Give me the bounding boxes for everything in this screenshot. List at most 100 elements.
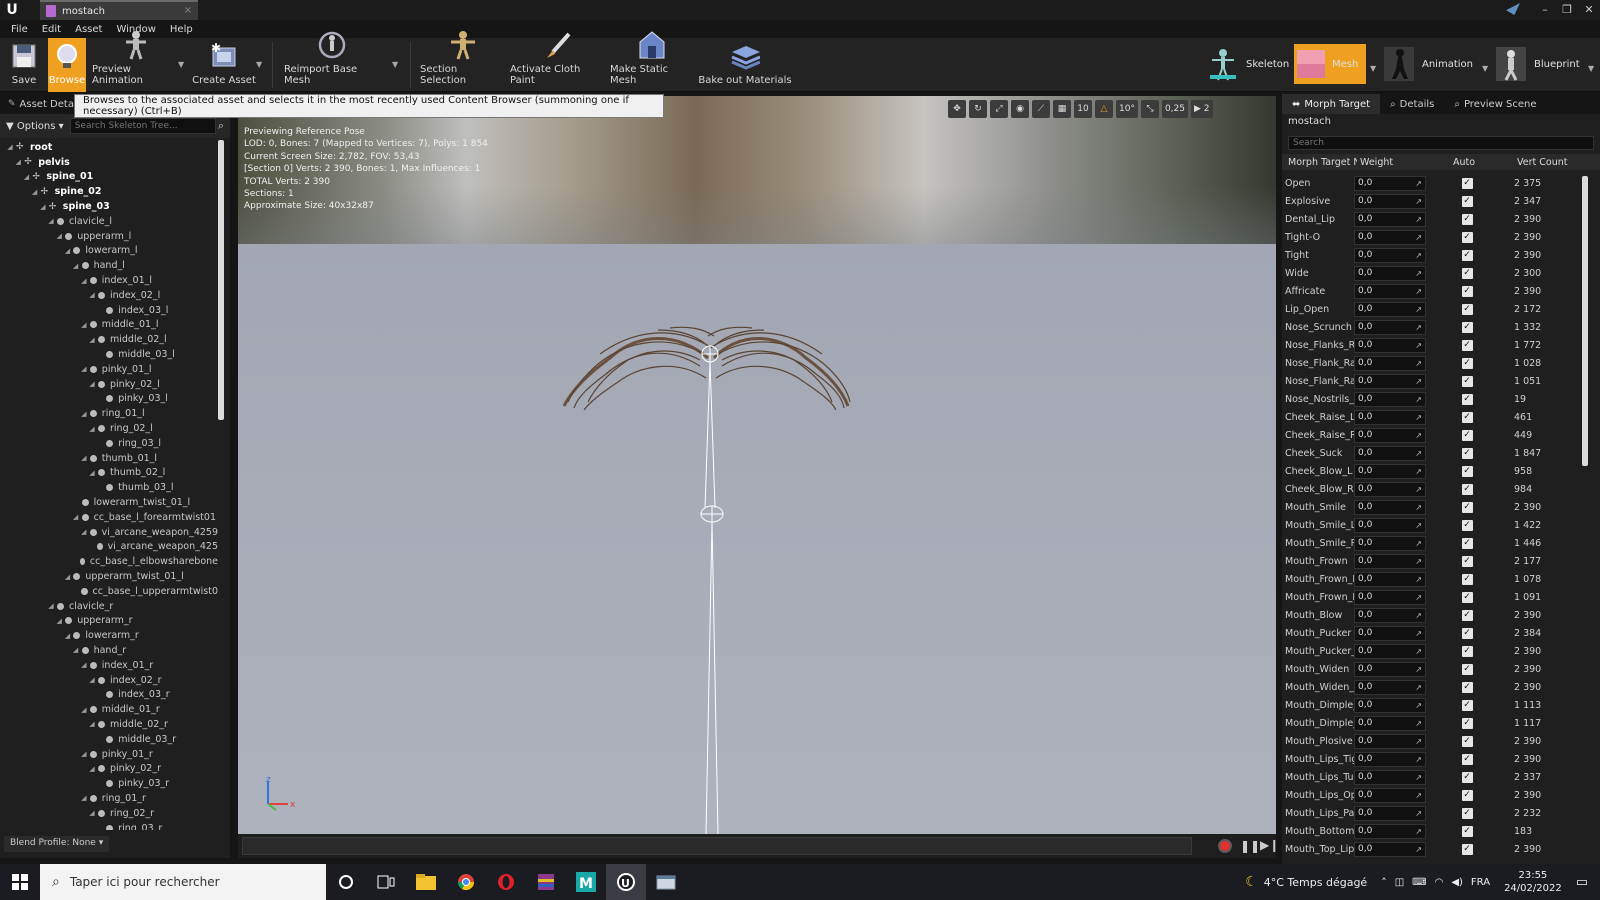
- column-weight[interactable]: Weight: [1357, 157, 1429, 168]
- clock[interactable]: 23:55 24/02/2022: [1504, 869, 1562, 895]
- expand-arrow-icon[interactable]: ◢: [88, 469, 96, 477]
- auto-checkbox[interactable]: ✓: [1461, 573, 1473, 585]
- expand-arrow-icon[interactable]: ◢: [55, 232, 63, 240]
- pause-button[interactable]: ❚❚: [1240, 839, 1260, 853]
- auto-checkbox[interactable]: ✓: [1461, 357, 1473, 369]
- morph-weight-input[interactable]: 0,0: [1354, 211, 1426, 227]
- tree-row[interactable]: ◢ cc_base_l_forearmtwist01: [0, 510, 218, 525]
- morph-weight-input[interactable]: 0,0: [1354, 301, 1426, 317]
- expand-arrow-icon[interactable]: ◢: [80, 410, 88, 418]
- auto-checkbox[interactable]: ✓: [1461, 555, 1473, 567]
- tree-row[interactable]: middle_03_r: [0, 732, 218, 747]
- blueprint-mode-button[interactable]: Blueprint: [1494, 44, 1590, 84]
- blueprint-mode-dropdown-icon[interactable]: ▼: [1588, 64, 1594, 73]
- column-auto[interactable]: Auto: [1429, 157, 1511, 168]
- auto-checkbox[interactable]: ✓: [1461, 321, 1473, 333]
- tab-morph-target[interactable]: ⬌ Morph Target: [1282, 94, 1381, 114]
- morph-weight-input[interactable]: 0,0: [1354, 319, 1426, 335]
- morph-weight-input[interactable]: 0,0: [1354, 697, 1426, 713]
- expand-arrow-icon[interactable]: ◢: [55, 617, 63, 625]
- windows-start-button[interactable]: [0, 864, 40, 900]
- expand-arrow-icon[interactable]: ◢: [72, 646, 80, 654]
- expand-arrow-icon[interactable]: ◢: [72, 513, 80, 521]
- skeleton-mode-button[interactable]: Skeleton: [1206, 44, 1290, 84]
- morph-weight-input[interactable]: 0,0: [1354, 553, 1426, 569]
- morph-weight-input[interactable]: 0,0: [1354, 679, 1426, 695]
- morph-target-row[interactable]: Mouth_Widen 0,0 ✓ 2 390: [1282, 660, 1594, 678]
- morph-target-row[interactable]: Nose_Flanks_Ra0,0 ✓ 1 772: [1282, 336, 1594, 354]
- tree-row[interactable]: ring_03_l: [0, 436, 218, 451]
- column-morph-target-name[interactable]: Morph Target N: [1282, 157, 1357, 168]
- morph-weight-input[interactable]: 0,0: [1354, 625, 1426, 641]
- menu-asset[interactable]: Asset: [68, 24, 109, 35]
- auto-checkbox[interactable]: ✓: [1461, 213, 1473, 225]
- expand-arrow-icon[interactable]: ◢: [63, 573, 71, 581]
- tree-row[interactable]: cc_base_l_upperarmtwist0: [0, 584, 218, 599]
- morph-weight-input[interactable]: 0,0: [1354, 391, 1426, 407]
- volume-icon[interactable]: ◀): [1451, 877, 1463, 888]
- morph-target-row[interactable]: Tight-O 0,0 ✓ 2 390: [1282, 228, 1594, 246]
- options-dropdown[interactable]: ▼ Options ▾: [6, 121, 64, 132]
- auto-checkbox[interactable]: ✓: [1461, 609, 1473, 621]
- tree-row[interactable]: ◢ index_01_r: [0, 658, 218, 673]
- auto-checkbox[interactable]: ✓: [1461, 483, 1473, 495]
- tree-row[interactable]: ◢ lowerarm_l: [0, 244, 218, 259]
- scale-mode-icon[interactable]: ⤢: [990, 100, 1008, 118]
- morph-target-row[interactable]: Mouth_Dimple_L0,0 ✓ 1 113: [1282, 696, 1594, 714]
- morph-target-row[interactable]: Lip_Open 0,0 ✓ 2 172: [1282, 300, 1594, 318]
- morph-target-row[interactable]: Mouth_Lips_Tig0,0 ✓ 2 390: [1282, 750, 1594, 768]
- morph-target-row[interactable]: Dental_Lip 0,0 ✓ 2 390: [1282, 210, 1594, 228]
- tree-row[interactable]: ◢ ✢ pelvis: [0, 155, 218, 170]
- tree-row[interactable]: index_03_l: [0, 303, 218, 318]
- morph-target-row[interactable]: Mouth_Smile_R0,0 ✓ 1 446: [1282, 534, 1594, 552]
- tree-row[interactable]: ◢ middle_01_l: [0, 318, 218, 333]
- morph-weight-input[interactable]: 0,0: [1354, 427, 1426, 443]
- auto-checkbox[interactable]: ✓: [1461, 591, 1473, 603]
- feedback-icon[interactable]: [1506, 3, 1520, 15]
- morph-target-row[interactable]: Nose_Flank_Rai0,0 ✓ 1 051: [1282, 372, 1594, 390]
- tree-row[interactable]: ◢ clavicle_l: [0, 214, 218, 229]
- expand-arrow-icon[interactable]: ◢: [14, 158, 22, 166]
- auto-checkbox[interactable]: ✓: [1461, 825, 1473, 837]
- expand-arrow-icon[interactable]: ◢: [88, 380, 96, 388]
- morph-target-row[interactable]: Mouth_Lips_Tuc0,0 ✓ 2 337: [1282, 768, 1594, 786]
- auto-checkbox[interactable]: ✓: [1461, 375, 1473, 387]
- expand-arrow-icon[interactable]: ◢: [80, 365, 88, 373]
- morph-target-row[interactable]: Explosive 0,0 ✓ 2 347: [1282, 192, 1594, 210]
- expand-arrow-icon[interactable]: ◢: [88, 291, 96, 299]
- reimport-base-mesh-button[interactable]: Reimport Base Mesh: [284, 31, 380, 92]
- expand-arrow-icon[interactable]: ◢: [47, 217, 55, 225]
- tree-row[interactable]: thumb_03_l: [0, 480, 218, 495]
- expand-arrow-icon[interactable]: ◢: [63, 632, 71, 640]
- maya-icon[interactable]: M: [566, 864, 606, 900]
- expand-arrow-icon[interactable]: ◢: [6, 143, 14, 151]
- tree-row[interactable]: vi_arcane_weapon_425: [0, 540, 218, 555]
- close-tab-icon[interactable]: ×: [184, 5, 192, 16]
- expand-arrow-icon[interactable]: ◢: [47, 602, 55, 610]
- make-static-mesh-button[interactable]: Make Static Mesh: [610, 31, 694, 92]
- morph-weight-input[interactable]: 0,0: [1354, 445, 1426, 461]
- auto-checkbox[interactable]: ✓: [1461, 843, 1473, 855]
- tree-row[interactable]: lowerarm_twist_01_l: [0, 495, 218, 510]
- tree-row[interactable]: ◢ index_02_l: [0, 288, 218, 303]
- timeline-scrubber[interactable]: [242, 837, 1192, 855]
- expand-arrow-icon[interactable]: ◢: [80, 661, 88, 669]
- skeleton-search-input[interactable]: [69, 118, 216, 134]
- morph-target-row[interactable]: Mouth_Pucker0,0 ✓ 2 384: [1282, 624, 1594, 642]
- auto-checkbox[interactable]: ✓: [1461, 537, 1473, 549]
- expand-arrow-icon[interactable]: ◢: [80, 321, 88, 329]
- auto-checkbox[interactable]: ✓: [1461, 195, 1473, 207]
- record-button[interactable]: [1218, 839, 1232, 853]
- auto-checkbox[interactable]: ✓: [1461, 465, 1473, 477]
- auto-checkbox[interactable]: ✓: [1461, 753, 1473, 765]
- expand-arrow-icon[interactable]: ◢: [80, 750, 88, 758]
- morph-target-row[interactable]: Mouth_Frown_R0,0 ✓ 1 091: [1282, 588, 1594, 606]
- tray-camera-icon[interactable]: ◫: [1395, 877, 1404, 888]
- auto-checkbox[interactable]: ✓: [1461, 231, 1473, 243]
- auto-checkbox[interactable]: ✓: [1461, 519, 1473, 531]
- auto-checkbox[interactable]: ✓: [1461, 501, 1473, 513]
- menu-edit[interactable]: Edit: [35, 24, 68, 35]
- auto-checkbox[interactable]: ✓: [1461, 267, 1473, 279]
- morph-target-row[interactable]: Mouth_Blow 0,0 ✓ 2 390: [1282, 606, 1594, 624]
- morph-weight-input[interactable]: 0,0: [1354, 733, 1426, 749]
